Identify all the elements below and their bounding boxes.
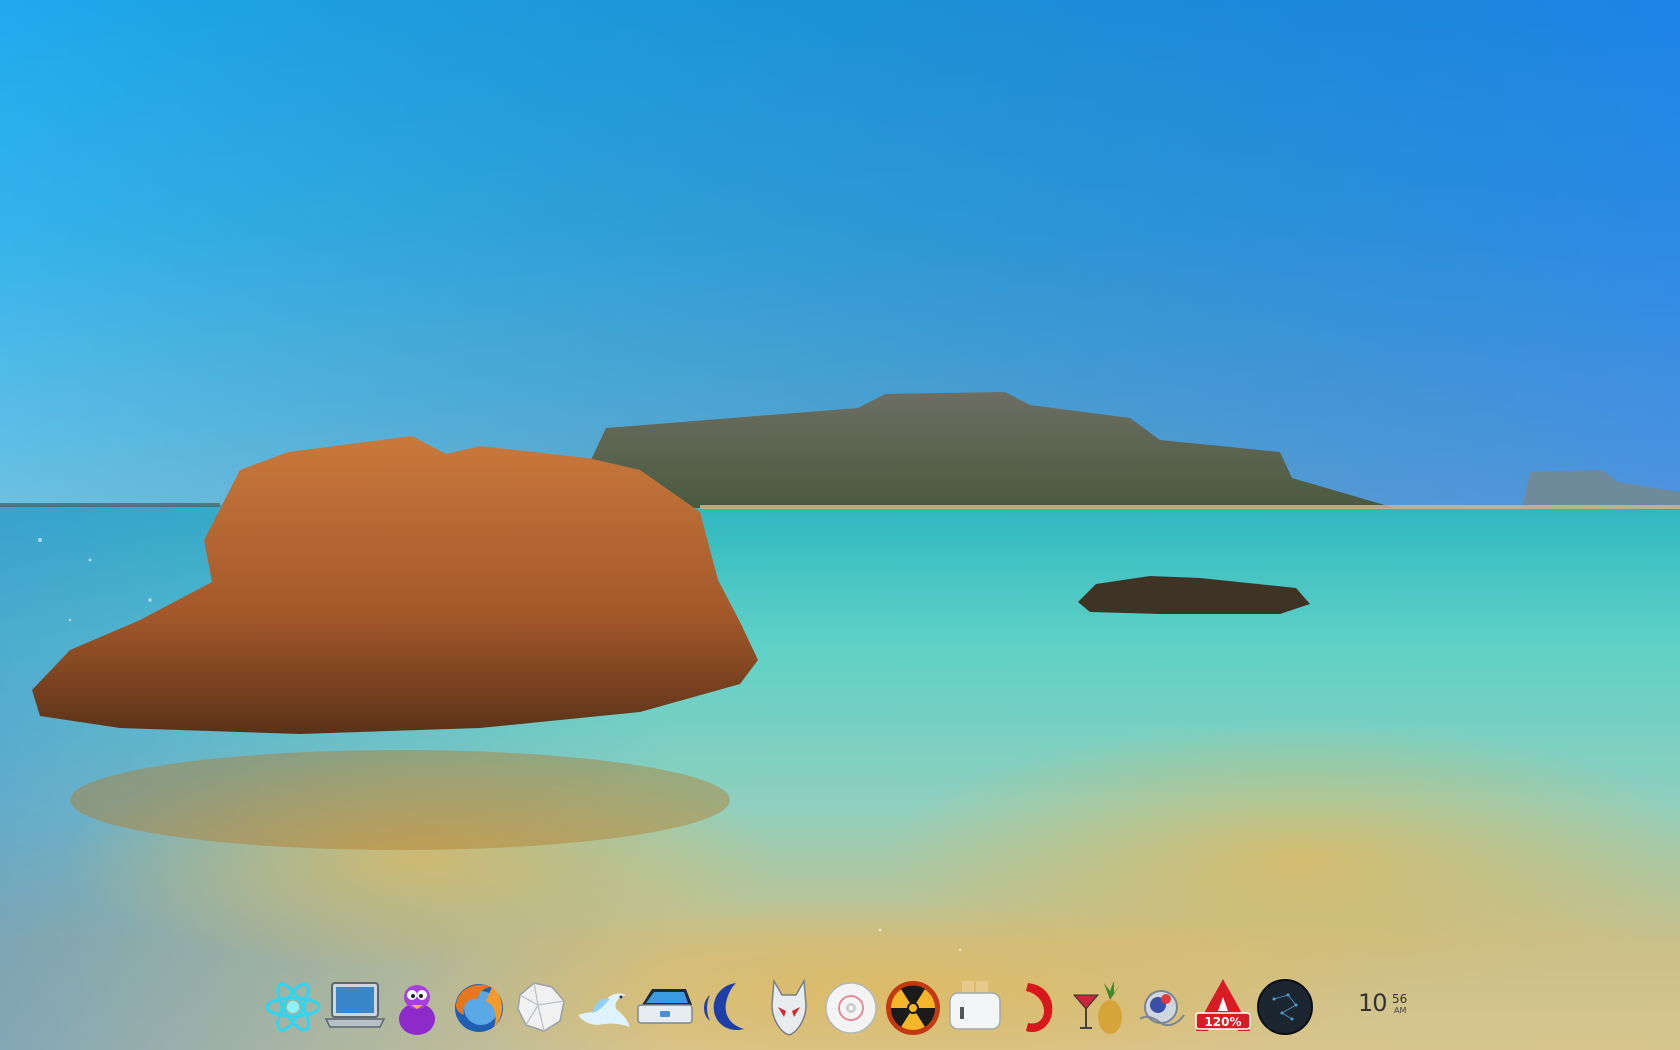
firefox-icon[interactable] (448, 975, 510, 1039)
purple-monster-icon[interactable] (386, 975, 448, 1039)
disc-icon[interactable] (820, 975, 882, 1039)
red-hook-icon[interactable] (1006, 975, 1068, 1039)
radiation-icon[interactable] (882, 975, 944, 1039)
acrobat-icon[interactable]: 120% (1192, 975, 1254, 1039)
crumpled-paper-icon[interactable] (510, 975, 572, 1039)
dove-icon[interactable] (572, 975, 634, 1039)
cocktail-pineapple-icon[interactable] (1068, 975, 1130, 1039)
desktop-wallpaper (0, 0, 1680, 1050)
clock-widget[interactable]: 10 56 AM (1358, 989, 1418, 1029)
desktop: 120% 10 56 AM (0, 0, 1680, 1050)
acrobat-zoom-badge: 120% (1204, 1015, 1241, 1029)
laptop-icon[interactable] (324, 975, 386, 1039)
atom-icon[interactable] (262, 975, 324, 1039)
crescent-moon-icon[interactable] (696, 975, 758, 1039)
clock-ampm: AM (1394, 1006, 1407, 1015)
clock-minutes: 56 (1392, 992, 1408, 1006)
dock: 120% (262, 975, 1422, 1045)
clock-hours: 10 (1358, 989, 1388, 1017)
orb-icon[interactable] (1130, 975, 1192, 1039)
dark-sphere-icon[interactable] (1254, 975, 1316, 1039)
alien-icon[interactable] (758, 975, 820, 1039)
toaster-icon[interactable] (944, 975, 1006, 1039)
scanner-icon[interactable] (634, 975, 696, 1039)
